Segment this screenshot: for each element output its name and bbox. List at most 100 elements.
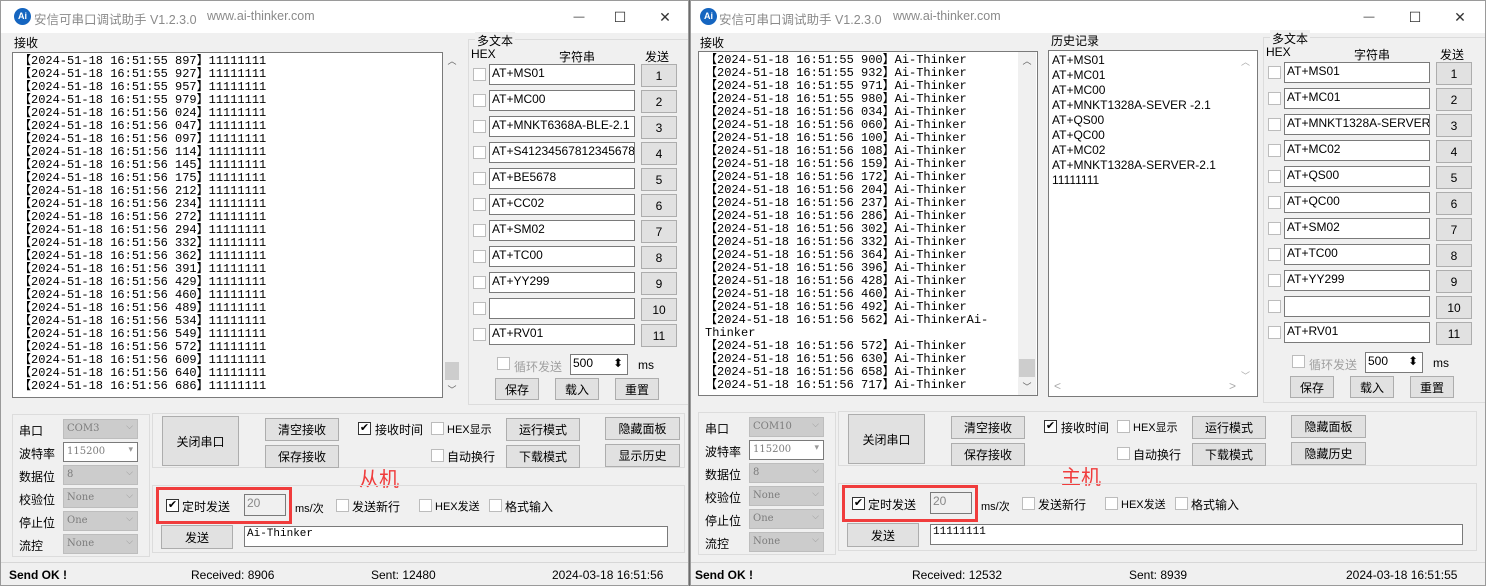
reset-multi-button[interactable]: 重置 (615, 378, 659, 400)
scroll-up-icon[interactable]: ︿ (444, 54, 460, 67)
multi-text-input[interactable]: AT+TC00 (1284, 244, 1430, 265)
format-input-checkbox[interactable] (489, 499, 502, 512)
multi-send-button[interactable]: 2 (1436, 88, 1472, 111)
loop-send-checkbox[interactable] (497, 357, 510, 370)
history-hscroll-right-icon[interactable]: > (1229, 379, 1236, 394)
hex-checkbox[interactable] (1268, 92, 1281, 105)
scroll-down-icon[interactable]: ﹀ (1018, 380, 1036, 393)
hex-checkbox[interactable] (1268, 222, 1281, 235)
hex-checkbox[interactable] (473, 146, 486, 159)
hex-checkbox[interactable] (473, 302, 486, 315)
multi-text-input[interactable] (1284, 296, 1430, 317)
hex-checkbox[interactable] (1268, 118, 1281, 131)
multi-send-button[interactable]: 6 (641, 194, 677, 217)
multi-send-button[interactable]: 11 (1436, 322, 1472, 345)
multi-text-input[interactable]: AT+S41234567812345678 (489, 142, 635, 163)
load-multi-button[interactable]: 载入 (1350, 376, 1394, 398)
multi-text-input[interactable]: AT+CC02 (489, 194, 635, 215)
flow-control-select[interactable]: None ⌵ (749, 532, 824, 552)
send-button[interactable]: 发送 (847, 523, 919, 547)
send-newline-checkbox[interactable] (336, 499, 349, 512)
receive-time-checkbox[interactable]: ✔ (358, 422, 371, 435)
history-item[interactable]: AT+MNKT1328A-SERVER-2.1 (1052, 158, 1254, 173)
clear-receive-button[interactable]: 清空接收 (951, 416, 1025, 439)
multi-send-button[interactable]: 5 (1436, 166, 1472, 189)
multi-text-input[interactable]: AT+QS00 (1284, 166, 1430, 187)
hex-checkbox[interactable] (473, 198, 486, 211)
hex-checkbox[interactable] (473, 276, 486, 289)
hex-checkbox[interactable] (473, 328, 486, 341)
parity-select[interactable]: None ⌵ (749, 486, 824, 506)
run-mode-button[interactable]: 运行模式 (506, 418, 580, 441)
auto-wrap-checkbox[interactable] (1117, 447, 1130, 460)
multi-text-input[interactable]: AT+MC00 (489, 90, 635, 111)
clear-receive-button[interactable]: 清空接收 (265, 418, 339, 441)
serial-port-select[interactable]: COM10 ⌵ (749, 417, 824, 437)
hide-panel-button[interactable]: 隐藏面板 (605, 417, 680, 440)
save-receive-button[interactable]: 保存接收 (951, 443, 1025, 466)
spinner-arrows-icon[interactable]: ⬍ (1408, 354, 1418, 368)
download-mode-button[interactable]: 下载模式 (1192, 443, 1266, 466)
hex-send-checkbox[interactable] (1105, 497, 1118, 510)
history-item[interactable]: AT+MC00 (1052, 83, 1254, 98)
hex-checkbox[interactable] (1268, 170, 1281, 183)
multi-text-input[interactable]: AT+SM02 (1284, 218, 1430, 239)
receive-scrollbar[interactable]: ︿ ﹀ (1018, 52, 1036, 395)
parity-select[interactable]: None ⌵ (63, 488, 138, 508)
receive-time-checkbox[interactable]: ✔ (1044, 420, 1057, 433)
history-item[interactable]: AT+QC00 (1052, 128, 1254, 143)
multi-send-button[interactable]: 10 (1436, 296, 1472, 319)
save-multi-button[interactable]: 保存 (1290, 376, 1334, 398)
stop-bits-select[interactable]: One ⌵ (749, 509, 824, 529)
history-toggle-button[interactable]: 隐藏历史 (1291, 442, 1366, 465)
save-receive-button[interactable]: 保存接收 (265, 445, 339, 468)
scroll-down-icon[interactable]: ﹀ (444, 383, 460, 396)
multi-send-button[interactable]: 1 (1436, 62, 1472, 85)
maximize-icon[interactable]: ☐ (1405, 7, 1425, 27)
hex-checkbox[interactable] (1268, 196, 1281, 209)
send-input[interactable]: Ai-Thinker (244, 526, 668, 547)
hex-display-checkbox[interactable] (1117, 420, 1130, 433)
receive-scrollbar[interactable]: ︿ ﹀ (444, 52, 460, 398)
timed-interval-input[interactable]: 20 (930, 492, 972, 514)
run-mode-button[interactable]: 运行模式 (1192, 416, 1266, 439)
multi-text-input[interactable]: AT+SM02 (489, 220, 635, 241)
multi-send-button[interactable]: 6 (1436, 192, 1472, 215)
send-button[interactable]: 发送 (161, 525, 233, 549)
timed-send-checkbox[interactable]: ✔ (166, 499, 179, 512)
history-hscroll-left-icon[interactable]: < (1054, 379, 1061, 394)
multi-send-button[interactable]: 7 (641, 220, 677, 243)
spinner-arrows-icon[interactable]: ⬍ (613, 356, 623, 370)
receive-textarea[interactable]: 【2024-51-18 16:51:55 900】Ai-Thinker 【2024… (698, 51, 1038, 396)
maximize-icon[interactable]: ☐ (610, 7, 630, 27)
history-item[interactable]: AT+MC01 (1052, 68, 1254, 83)
history-toggle-button[interactable]: 显示历史 (605, 444, 680, 467)
multi-text-input[interactable]: AT+RV01 (489, 324, 635, 345)
multi-text-input[interactable]: AT+RV01 (1284, 322, 1430, 343)
hex-send-checkbox[interactable] (419, 499, 432, 512)
data-bits-select[interactable]: 8 ⌵ (63, 465, 138, 485)
multi-text-input[interactable]: AT+MS01 (489, 64, 635, 85)
scroll-thumb[interactable] (1019, 359, 1035, 377)
serial-port-select[interactable]: COM3 ⌵ (63, 419, 138, 439)
multi-send-button[interactable]: 4 (641, 142, 677, 165)
hex-checkbox[interactable] (473, 94, 486, 107)
multi-send-button[interactable]: 8 (1436, 244, 1472, 267)
multi-text-input[interactable]: AT+MC02 (1284, 140, 1430, 161)
baud-rate-select[interactable]: 115200 ▾ (749, 440, 824, 460)
history-list[interactable]: AT+MS01 AT+MC01 AT+MC00 AT+MNKT1328A-SEVER … (1048, 50, 1258, 397)
timed-send-checkbox[interactable]: ✔ (852, 497, 865, 510)
minimize-icon[interactable]: — (1359, 7, 1379, 27)
multi-send-button[interactable]: 9 (641, 272, 677, 295)
close-icon[interactable]: ✕ (1450, 7, 1470, 27)
multi-send-button[interactable]: 1 (641, 64, 677, 87)
history-item[interactable]: AT+QS00 (1052, 113, 1254, 128)
timed-interval-input[interactable]: 20 (244, 494, 286, 516)
history-scroll-up-icon[interactable]: ︿ (1241, 55, 1250, 70)
hex-checkbox[interactable] (1268, 66, 1281, 79)
auto-wrap-checkbox[interactable] (431, 449, 444, 462)
multi-text-input[interactable]: AT+TC00 (489, 246, 635, 267)
receive-textarea[interactable]: 【2024-51-18 16:51:55 897】11111111 【2024-5… (12, 52, 443, 398)
hex-checkbox[interactable] (473, 224, 486, 237)
hex-checkbox[interactable] (1268, 144, 1281, 157)
